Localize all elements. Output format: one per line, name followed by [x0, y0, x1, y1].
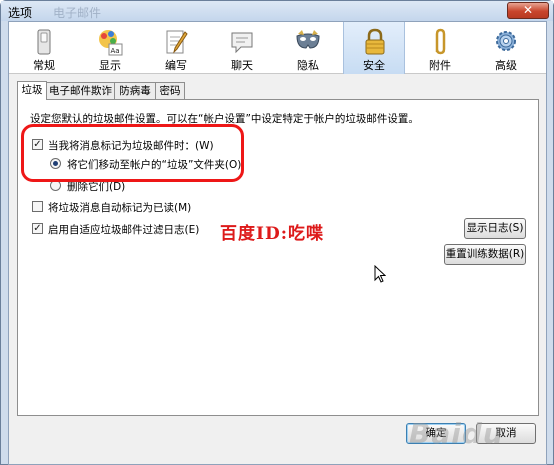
paperclip-icon — [435, 28, 446, 55]
pane-security[interactable]: 安全 — [343, 22, 405, 74]
pane-privacy[interactable]: 隐私 — [277, 22, 339, 74]
tab-junk[interactable]: 垃圾 — [17, 81, 47, 100]
pane-attachments[interactable]: 附件 — [409, 22, 471, 74]
pane-label: 安全 — [363, 59, 385, 72]
svg-text:Aa: Aa — [111, 47, 120, 55]
checkmark-icon: ✓ — [33, 223, 42, 234]
enable-log-label[interactable]: 启用自适应垃圾邮件过滤日志(E) — [48, 222, 199, 237]
compose-icon — [166, 30, 188, 54]
window-title: 选项 — [8, 6, 33, 20]
window-title-ghost: 电子邮件 — [53, 6, 102, 20]
mask-icon — [296, 30, 320, 49]
mouse-cursor-icon — [374, 265, 386, 283]
lock-icon — [365, 28, 385, 55]
pane-label: 常规 — [33, 59, 55, 72]
annotation-highlight-box — [21, 124, 244, 182]
mark-read-checkbox[interactable] — [32, 201, 43, 212]
options-window: 选项 电子邮件 ✕ 常规 Aa 显示 编写 聊天 隐私 安全 附件 高级 垃圾 … — [0, 0, 554, 465]
show-log-button[interactable]: 显示日志(S) — [464, 218, 526, 239]
tab-antivirus[interactable]: 防病毒 — [114, 82, 156, 99]
pane-label: 编写 — [165, 59, 187, 72]
chat-icon — [231, 32, 253, 54]
pane-chat[interactable]: 聊天 — [211, 22, 273, 74]
baidu-logo-watermark: Baidu — [409, 417, 504, 450]
tab-email-scams[interactable]: 电子邮件欺诈 — [46, 82, 115, 99]
pane-label: 隐私 — [297, 59, 319, 72]
gear-icon — [496, 31, 516, 51]
preferences-toolbar: 常规 Aa 显示 编写 聊天 隐私 安全 附件 高级 — [9, 22, 546, 74]
tab-passwords[interactable]: 密码 — [155, 82, 185, 99]
pane-compose[interactable]: 编写 — [145, 22, 207, 74]
pane-label: 聊天 — [231, 59, 253, 72]
pane-general[interactable]: 常规 — [13, 22, 75, 74]
switch-icon — [37, 29, 51, 55]
pane-label: 显示 — [99, 59, 121, 72]
pane-label: 附件 — [429, 59, 451, 72]
palette-icon: Aa — [99, 30, 123, 56]
pane-advanced[interactable]: 高级 — [475, 22, 537, 74]
annotation-text: 百度ID:吃喋 — [220, 224, 324, 244]
reset-training-button[interactable]: 重置训练数据(R) — [444, 244, 526, 265]
pane-label: 高级 — [495, 59, 517, 72]
title-bar[interactable]: 选项 电子邮件 ✕ — [1, 1, 553, 21]
close-button[interactable]: ✕ — [507, 2, 549, 19]
enable-log-checkbox[interactable]: ✓ — [32, 223, 43, 234]
mark-read-label[interactable]: 将垃圾消息自动标记为已读(M) — [48, 200, 191, 215]
pane-display[interactable]: Aa 显示 — [79, 22, 141, 74]
